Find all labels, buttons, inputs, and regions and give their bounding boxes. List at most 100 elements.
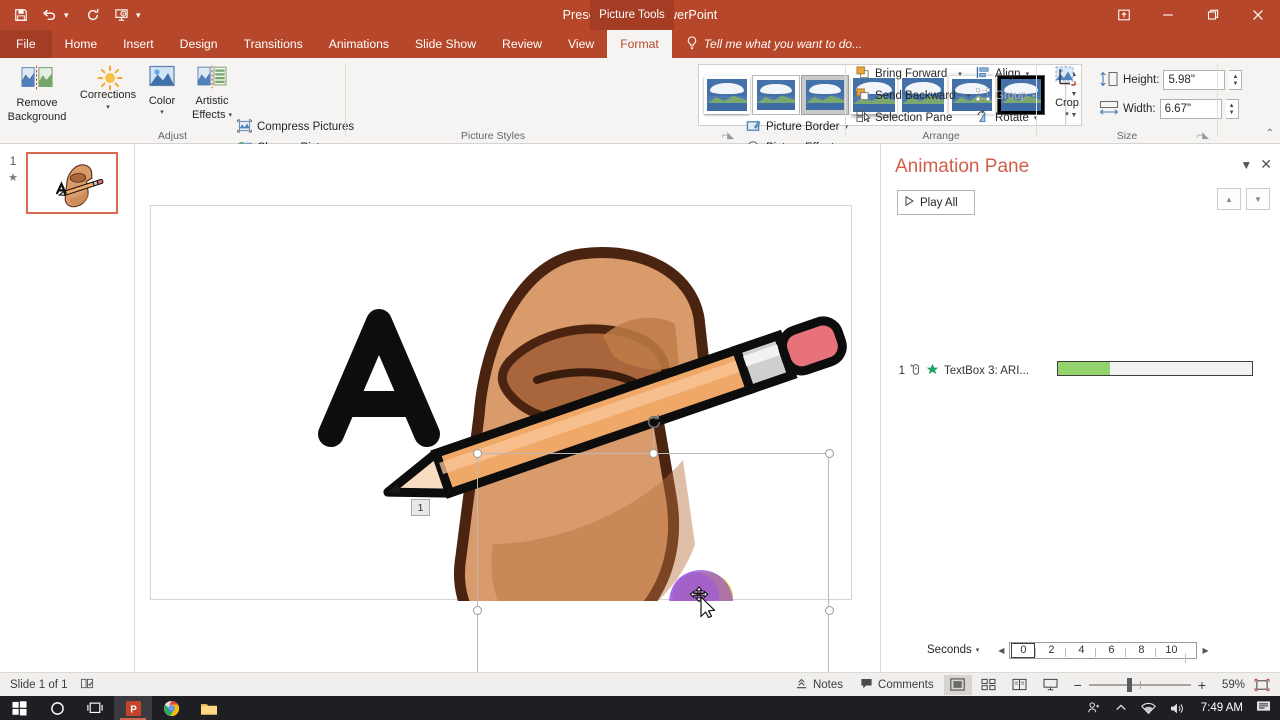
rotate-handle-icon[interactable] bbox=[646, 414, 662, 430]
width-down-icon[interactable]: ▼ bbox=[1229, 110, 1235, 116]
chrome-taskbar-icon[interactable] bbox=[152, 696, 190, 720]
slide-sorter-view-button[interactable] bbox=[975, 675, 1003, 695]
animation-timeline-bar[interactable] bbox=[1057, 361, 1253, 376]
tab-design[interactable]: Design bbox=[167, 30, 231, 58]
tab-file[interactable]: File bbox=[0, 30, 52, 58]
send-backward-caret-icon[interactable]: ▾ bbox=[967, 93, 971, 100]
chevron-down-icon[interactable]: ▼ bbox=[1240, 158, 1252, 172]
handle-top-left[interactable] bbox=[473, 449, 482, 458]
play-all-button[interactable]: Play All bbox=[897, 190, 975, 215]
height-up-icon[interactable]: ▲ bbox=[1232, 74, 1238, 80]
slide-show-view-button[interactable] bbox=[1037, 675, 1065, 695]
move-later-button[interactable]: ▼ bbox=[1246, 188, 1270, 210]
customize-qat-icon[interactable]: ▾ bbox=[136, 10, 150, 21]
height-stepper[interactable]: ▲ ▼ bbox=[1229, 70, 1243, 90]
undo-icon[interactable] bbox=[36, 3, 62, 27]
picture-border-button[interactable]: Picture Border ▾ bbox=[741, 116, 853, 138]
align-caret-icon[interactable]: ▾ bbox=[1026, 71, 1030, 78]
height-down-icon[interactable]: ▼ bbox=[1232, 81, 1238, 87]
handle-top-right[interactable] bbox=[825, 449, 834, 458]
width-up-icon[interactable]: ▲ bbox=[1229, 103, 1235, 109]
notification-icon[interactable] bbox=[1252, 700, 1280, 716]
remove-background-button[interactable]: Remove Background bbox=[4, 62, 70, 127]
file-explorer-taskbar-icon[interactable] bbox=[190, 696, 228, 720]
tab-view[interactable]: View bbox=[555, 30, 607, 58]
selection-bounding-box[interactable] bbox=[473, 414, 834, 672]
animation-list-item[interactable]: 1 TextBox 3: ARI... bbox=[895, 361, 1273, 380]
tab-home[interactable]: Home bbox=[52, 30, 111, 58]
tab-review[interactable]: Review bbox=[489, 30, 555, 58]
start-slideshow-icon[interactable] bbox=[108, 3, 134, 27]
volume-icon[interactable] bbox=[1163, 702, 1192, 715]
seconds-dropdown[interactable]: Seconds ▾ bbox=[927, 644, 979, 656]
zoom-thumb[interactable] bbox=[1126, 677, 1132, 692]
tell-me-box[interactable]: Tell me what you want to do... bbox=[672, 30, 872, 58]
zoom-out-button[interactable]: − bbox=[1074, 677, 1082, 693]
tab-format[interactable]: Format bbox=[607, 30, 672, 58]
people-icon[interactable] bbox=[1080, 701, 1108, 715]
minimize-button[interactable] bbox=[1145, 0, 1190, 30]
tab-animations[interactable]: Animations bbox=[316, 30, 402, 58]
corrections-caret-icon[interactable]: ▾ bbox=[106, 104, 110, 111]
slide-thumbnail-preview[interactable] bbox=[26, 152, 118, 214]
corrections-button[interactable]: Corrections ▾ bbox=[76, 62, 140, 114]
undo-dropdown-caret[interactable]: ▾ bbox=[64, 10, 78, 21]
tab-transitions[interactable]: Transitions bbox=[231, 30, 316, 58]
crop-caret-icon[interactable]: ▾ bbox=[1065, 111, 1069, 118]
bring-forward-button[interactable]: Bring Forward ▾ bbox=[851, 63, 967, 85]
close-icon[interactable]: ✕ bbox=[1260, 156, 1272, 173]
handle-middle-left[interactable] bbox=[473, 606, 482, 615]
start-button[interactable] bbox=[0, 696, 38, 720]
accessibility-check-icon[interactable] bbox=[80, 677, 94, 693]
slide-surface[interactable]: 1 bbox=[150, 205, 852, 672]
reading-view-button[interactable] bbox=[1006, 675, 1034, 695]
move-earlier-button[interactable]: ▲ bbox=[1217, 188, 1241, 210]
send-backward-button[interactable]: Send Backward ▾ bbox=[851, 85, 975, 107]
rotate-button[interactable]: Rotate ▾ bbox=[971, 107, 1042, 129]
align-button[interactable]: Align ▾ bbox=[971, 63, 1034, 85]
color-caret-icon[interactable]: ▾ bbox=[160, 109, 164, 116]
zoom-slider[interactable]: − + bbox=[1074, 677, 1206, 693]
picture-styles-dialog-launcher[interactable]: ⌐◣ bbox=[722, 129, 734, 141]
redo-icon[interactable] bbox=[80, 3, 106, 27]
artistic-effects-button[interactable]: Artistic Effects ▾ bbox=[184, 62, 240, 125]
picture-style-thumb-2[interactable] bbox=[802, 76, 848, 114]
animation-order-tag[interactable]: 1 bbox=[411, 499, 430, 516]
animation-indicator-star-icon[interactable]: ★ bbox=[0, 171, 26, 184]
timeline-scale[interactable]: ◀ 0 2 4 6 8 10 ▶ bbox=[993, 641, 1213, 663]
restore-button[interactable] bbox=[1190, 0, 1235, 30]
cortana-search-button[interactable] bbox=[38, 696, 76, 720]
powerpoint-taskbar-icon[interactable]: P bbox=[114, 696, 152, 720]
timeline-scroll-right-icon[interactable]: ▶ bbox=[1197, 646, 1213, 655]
picture-style-thumb-0[interactable] bbox=[704, 76, 750, 114]
picture-style-thumb-1[interactable] bbox=[753, 76, 799, 114]
tab-insert[interactable]: Insert bbox=[110, 30, 166, 58]
timeline-scroll-left-icon[interactable]: ◀ bbox=[993, 646, 1009, 655]
width-stepper[interactable]: ▲ ▼ bbox=[1225, 99, 1239, 119]
tab-slide-show[interactable]: Slide Show bbox=[402, 30, 489, 58]
handle-middle-right[interactable] bbox=[825, 606, 834, 615]
bring-forward-caret-icon[interactable]: ▾ bbox=[958, 71, 962, 78]
network-wifi-icon[interactable] bbox=[1134, 702, 1163, 715]
width-input[interactable]: 6.67" bbox=[1159, 99, 1222, 119]
close-button[interactable] bbox=[1235, 0, 1280, 30]
fit-slide-icon[interactable] bbox=[1248, 675, 1276, 695]
handle-top-center[interactable] bbox=[649, 449, 658, 458]
crop-button[interactable]: Crop ▾ bbox=[1043, 62, 1091, 121]
notes-button[interactable]: Notes bbox=[788, 675, 850, 695]
show-hidden-icons-chevron[interactable] bbox=[1108, 702, 1134, 714]
slide-thumbnail-item[interactable]: 1 ★ bbox=[0, 152, 135, 214]
slide-canvas-area[interactable]: 1 bbox=[135, 144, 880, 672]
seconds-caret-icon[interactable]: ▾ bbox=[976, 647, 980, 654]
selection-pane-button[interactable]: Selection Pane bbox=[851, 107, 957, 129]
ribbon-display-options-icon[interactable] bbox=[1103, 0, 1145, 30]
save-icon[interactable] bbox=[8, 3, 34, 27]
zoom-track[interactable] bbox=[1088, 677, 1191, 692]
color-button[interactable]: Color ▾ bbox=[140, 62, 184, 119]
collapse-ribbon-icon[interactable]: ⌃ bbox=[1266, 128, 1274, 139]
task-view-button[interactable] bbox=[76, 696, 114, 720]
zoom-in-button[interactable]: + bbox=[1198, 677, 1206, 693]
taskbar-clock[interactable]: 7:49 AM bbox=[1192, 702, 1252, 714]
normal-view-button[interactable] bbox=[943, 674, 972, 695]
zoom-level-label[interactable]: 59% bbox=[1215, 679, 1245, 691]
